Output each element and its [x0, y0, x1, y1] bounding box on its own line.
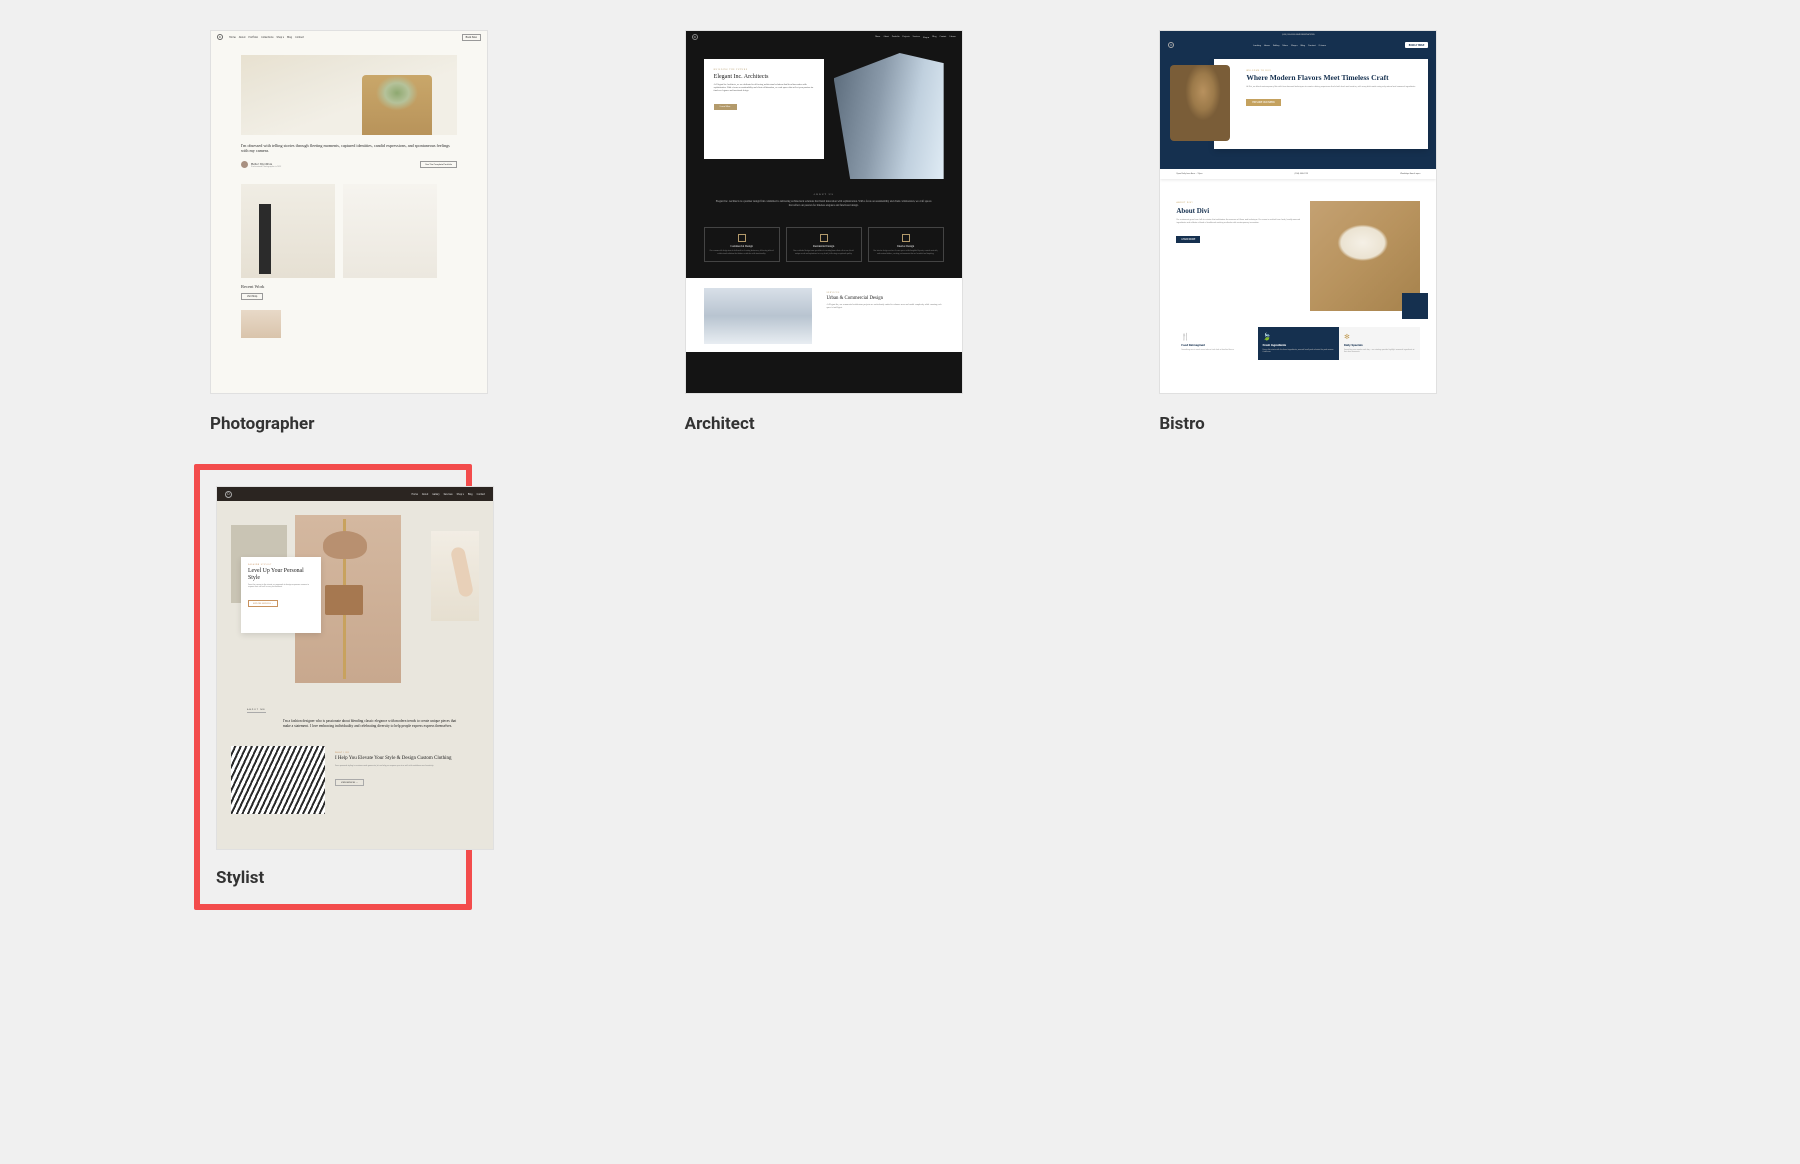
about-eyebrow: ABOUT DIVI [1176, 201, 1302, 204]
explore-services-button: EXPLORE SERVICES → [248, 600, 278, 607]
divi-logo-icon: D [1168, 42, 1174, 48]
lower-image [704, 288, 813, 344]
help-paragraph: From personal styling to custom-made gar… [335, 765, 479, 768]
hero-eyebrow: WELCOME TO DIVI [1226, 69, 1416, 72]
help-image [231, 746, 325, 814]
about-image [1310, 201, 1420, 311]
template-label: Stylist [216, 868, 450, 888]
hero-eyebrow: BUILDING THE FUTURE [714, 69, 814, 71]
about-eyebrow: ABOUT US [716, 193, 932, 196]
lower-paragraph: At Elegant Inc, our commercial architect… [826, 304, 945, 310]
template-item-photographer[interactable]: D Home About Portfolio Collections Shop … [210, 30, 488, 434]
hero-card: FASHION STYLIST Level Up Your Personal S… [241, 557, 321, 633]
explore-menu-button: EXPLORE OUR MENU [1246, 99, 1281, 106]
gallery-image [343, 184, 437, 278]
service-box: Interior Design Our interior design serv… [868, 227, 944, 262]
feature-box: ✻ Daily Specials Something new awaits ea… [1339, 327, 1420, 360]
hero-paragraph: At Divi, we blend contemporary flair wit… [1226, 86, 1416, 89]
book-table-button: BOOK A TABLE [1405, 42, 1429, 48]
gallery-image [241, 184, 335, 278]
service-icon [902, 234, 910, 242]
about-heading: About Divi [1176, 207, 1302, 215]
building-image [834, 53, 944, 179]
hero-paragraph: At Elegant Inc Architects, we are dedica… [714, 84, 814, 94]
utensils-icon: 🍴 [1181, 333, 1252, 341]
topbar: (555) 555-5555 AND RESERVATIONS [1160, 31, 1436, 39]
intro-text: I'm obsessed with telling stories throug… [241, 143, 457, 153]
feature-box: 🍴 Food Reimagined Something new in each … [1176, 327, 1257, 360]
bread-image [1170, 65, 1230, 141]
about-paragraph: Elegant Inc. Architects is a premier des… [716, 200, 932, 207]
asterisk-icon: ✻ [1344, 333, 1415, 341]
view-services-button: VIEW SERVICES → [335, 779, 364, 786]
author-subtitle: Professional Photographer in NYC [251, 166, 281, 168]
about-paragraph: I'm a fashion designer who is passionate… [283, 719, 463, 728]
service-box: Commercial Design Our commercial design … [704, 227, 780, 262]
hero-heading: Elegant Inc. Architects [714, 74, 814, 80]
recent-work-heading: Recent Work [241, 284, 457, 289]
help-heading: I Help You Elevate Your Style & Design C… [335, 756, 479, 762]
lower-heading: Urban & Commercial Design [826, 296, 945, 301]
template-label: Architect [685, 414, 963, 434]
about-eyebrow: ABOUT ME [247, 708, 266, 713]
service-box: Residential Design Our residential desig… [786, 227, 862, 262]
learn-more-button: Learn More [714, 104, 737, 110]
avatar [241, 161, 248, 168]
info-bar: Open Daily from 8am – 10pm (234) 555-012… [1160, 169, 1436, 179]
nav: Home About Portfolio Projects Services S… [875, 36, 956, 39]
about-paragraph: Our restaurant goes from folk to cuisine… [1176, 219, 1302, 225]
hero-heading: Level Up Your Personal Style [248, 568, 314, 581]
template-preview-stylist: D Home About Gallery Services Shop ▾ Blo… [216, 486, 494, 850]
portfolio-button: See The Complete Portfolio [420, 161, 457, 168]
hero-eyebrow: FASHION STYLIST [248, 564, 314, 566]
service-icon [820, 234, 828, 242]
hero-card: BUILDING THE FUTURE Elegant Inc. Archite… [704, 59, 824, 159]
lower-eyebrow: SERVICES [826, 292, 945, 294]
bag-image [325, 585, 363, 615]
divi-logo-icon: D [225, 491, 232, 498]
hero-image [241, 55, 457, 135]
template-grid: D Home About Portfolio Collections Shop … [210, 30, 1590, 894]
decorative-square [1402, 293, 1428, 319]
learn-more-button: LEARN MORE [1176, 236, 1200, 243]
hero-paragraph: From the runway to the streets, my appro… [248, 584, 314, 589]
divi-logo-icon: D [692, 34, 698, 40]
template-item-stylist[interactable]: D Home About Gallery Services Shop ▾ Blo… [194, 464, 472, 910]
hero-heading: Where Modern Flavors Meet Timeless Craft [1226, 74, 1416, 83]
hero-card: WELCOME TO DIVI Where Modern Flavors Mee… [1214, 59, 1428, 149]
shop-button: Visit Shop [241, 293, 263, 300]
template-item-architect[interactable]: D Home About Portfolio Projects Services… [685, 30, 963, 434]
footer-image [241, 310, 281, 338]
divi-logo-icon: D [217, 34, 223, 40]
feature-box: 🍃 Fresh Ingredients Every dish starts wi… [1258, 327, 1339, 360]
template-preview-architect: D Home About Portfolio Projects Services… [685, 30, 963, 394]
book-button: Book Now [462, 34, 481, 41]
help-eyebrow: WHAT I DO [335, 752, 479, 754]
service-icon [738, 234, 746, 242]
nav: Home About Portfolio Collections Shop ▾ … [229, 36, 304, 39]
nav: Landing Home Gallery Menu Shop ▾ Blog Co… [1253, 44, 1326, 47]
template-preview-bistro: (555) 555-5555 AND RESERVATIONS D Landin… [1159, 30, 1437, 394]
template-label: Bistro [1159, 414, 1437, 434]
template-item-bistro[interactable]: (555) 555-5555 AND RESERVATIONS D Landin… [1159, 30, 1437, 434]
nav: Home About Gallery Services Shop ▾ Blog … [411, 493, 485, 496]
template-preview-photographer: D Home About Portfolio Collections Shop … [210, 30, 488, 394]
leaf-icon: 🍃 [1263, 333, 1334, 341]
hat-image [323, 531, 367, 559]
template-label: Photographer [210, 414, 488, 434]
